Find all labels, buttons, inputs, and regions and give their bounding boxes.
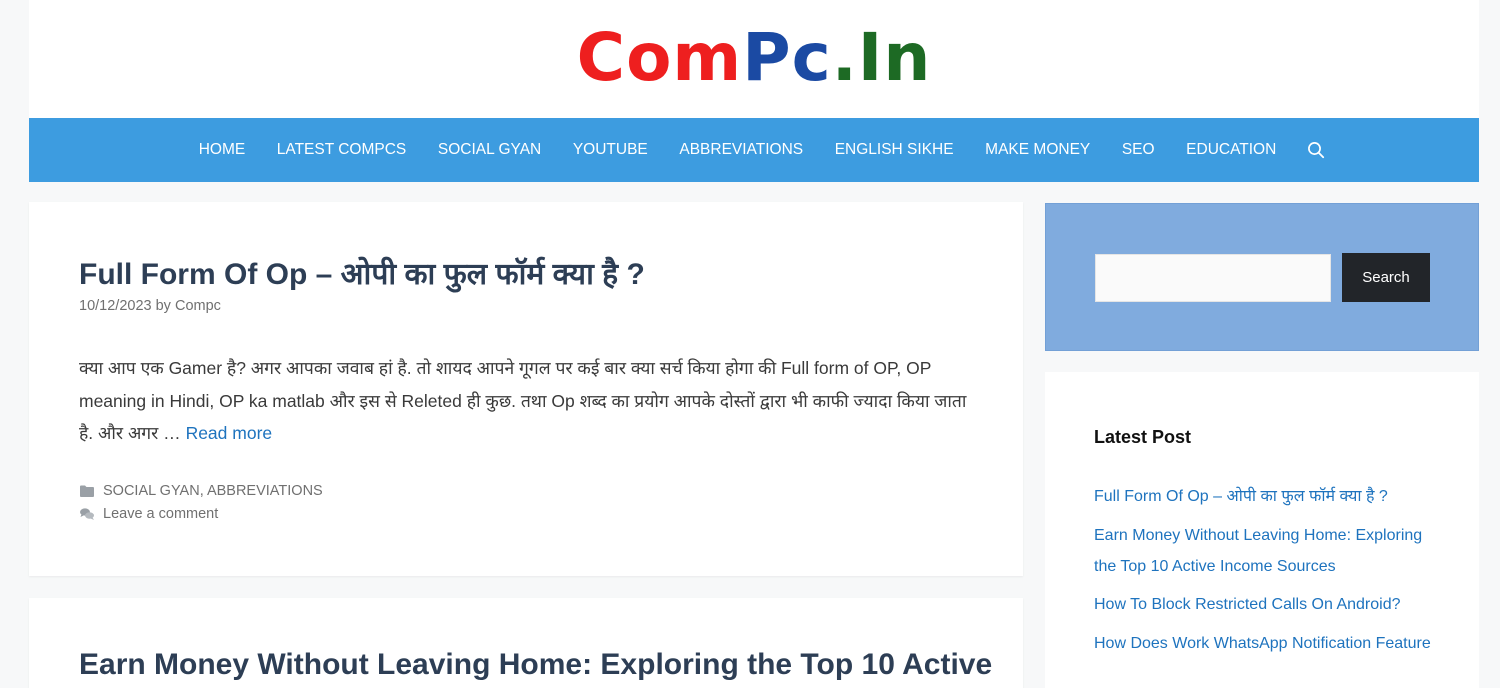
nav-item-english-sikhe[interactable]: ENGLISH SIKHE — [819, 118, 969, 182]
article-comments: Leave a comment — [79, 506, 218, 522]
article-categories: SOCIAL GYAN, ABBREVIATIONS — [79, 483, 323, 499]
category-links[interactable]: SOCIAL GYAN, ABBREVIATIONS — [103, 483, 323, 499]
latest-post-link[interactable]: How To Block Restricted Calls On Android… — [1094, 589, 1444, 620]
nav-item-education[interactable]: EDUCATION — [1170, 118, 1292, 182]
site-header: ComPc.In — [29, 0, 1479, 118]
nav-item-seo[interactable]: SEO — [1106, 118, 1170, 182]
site-logo[interactable]: ComPc.In — [29, 22, 1479, 94]
search-icon[interactable] — [1307, 141, 1325, 159]
article-title[interactable]: Full Form Of Op – ओपी का फुल फॉर्म क्या … — [79, 252, 645, 293]
article-card: Earn Money Without Leaving Home: Explori… — [29, 598, 1023, 688]
logo-part-com: Com — [576, 19, 743, 96]
nav-item-latest-compcs[interactable]: LATEST COMPCS — [261, 118, 422, 182]
nav-item-abbreviations[interactable]: ABBREVIATIONS — [664, 118, 819, 182]
logo-part-in: .In — [831, 19, 932, 96]
search-input[interactable] — [1095, 254, 1331, 302]
widget-title: Latest Post — [1094, 427, 1192, 447]
folder-icon — [79, 484, 95, 498]
latest-post-link[interactable]: Earn Money Without Leaving Home: Explori… — [1094, 520, 1444, 582]
latest-post-widget: Latest Post Full Form Of Op – ओपी का फुल… — [1045, 372, 1479, 688]
nav-item-social-gyan[interactable]: SOCIAL GYAN — [422, 118, 557, 182]
leave-comment-link[interactable]: Leave a comment — [103, 506, 218, 522]
latest-post-link[interactable]: How Does Work WhatsApp Notification Feat… — [1094, 628, 1444, 659]
post-author[interactable]: Compc — [175, 298, 221, 314]
by-label: by — [155, 298, 171, 314]
nav-item-youtube[interactable]: YOUTUBE — [557, 118, 664, 182]
latest-post-list: Full Form Of Op – ओपी का फुल फॉर्म क्या … — [1094, 481, 1444, 666]
logo-part-pc: Pc — [742, 19, 832, 96]
post-date[interactable]: 10/12/2023 — [79, 298, 152, 314]
search-button[interactable]: Search — [1342, 253, 1430, 302]
latest-post-link[interactable]: Full Form Of Op – ओपी का फुल फॉर्म क्या … — [1094, 481, 1444, 512]
article-excerpt: क्या आप एक Gamer है? अगर आपका जवाब हां ह… — [79, 352, 979, 450]
article-card: Full Form Of Op – ओपी का फुल फॉर्म क्या … — [29, 202, 1023, 576]
article-meta: 10/12/2023 by Compc — [79, 298, 221, 314]
article-title[interactable]: Earn Money Without Leaving Home: Explori… — [79, 648, 992, 682]
main-navigation: HOME LATEST COMPCS SOCIAL GYAN YOUTUBE A… — [29, 118, 1479, 182]
comment-icon — [79, 507, 95, 521]
read-more-link[interactable]: Read more — [186, 423, 273, 443]
nav-item-make-money[interactable]: MAKE MONEY — [969, 118, 1106, 182]
nav-item-home[interactable]: HOME — [183, 118, 261, 182]
search-widget: Search — [1045, 203, 1479, 351]
